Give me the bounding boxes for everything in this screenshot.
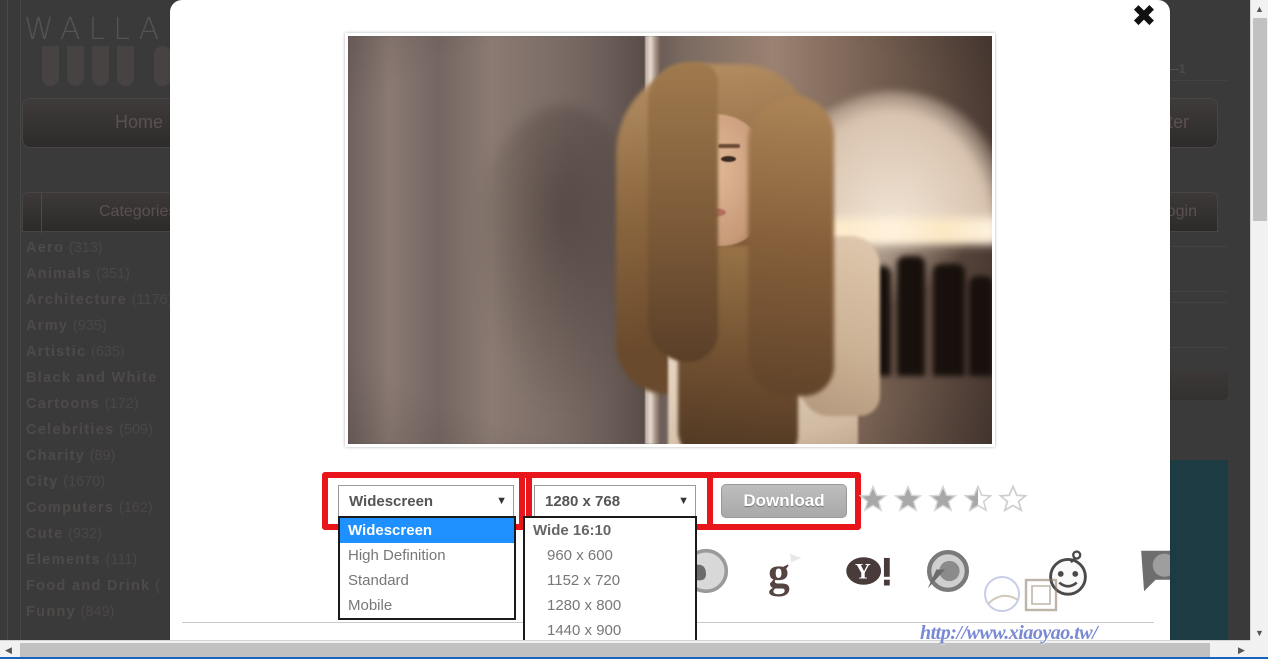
scroll-down-arrow-icon[interactable]: ▼ [1251, 624, 1268, 641]
category-count: (162) [118, 500, 153, 516]
category-count: (351) [96, 266, 131, 282]
category-name: Architecture [26, 292, 128, 308]
category-count: (313) [68, 240, 103, 256]
dropdown-option[interactable]: 1280 x 800 [525, 593, 695, 618]
category-name: Elements [26, 552, 101, 568]
category-name: City [26, 474, 59, 490]
star-icon-3[interactable] [928, 484, 958, 514]
dropdown-option[interactable]: 960 x 600 [525, 543, 695, 568]
vertical-scrollbar-thumb[interactable] [1253, 18, 1267, 221]
browser-viewport: WALLA Home Register Categories Login Aer… [0, 0, 1268, 659]
vertical-scrollbar[interactable]: ▲ ▼ [1250, 0, 1268, 641]
star-icon-5-empty[interactable] [998, 484, 1028, 514]
category-count: (1176) [131, 292, 173, 308]
category-count: (849) [80, 604, 115, 620]
dropdown-option[interactable]: 1440 x 900 [525, 618, 695, 640]
wallpaper-preview[interactable] [345, 33, 995, 447]
dropdown-option[interactable]: Widescreen [340, 518, 514, 543]
category-count: (172) [104, 396, 139, 412]
dropdown-option[interactable]: High Definition [340, 543, 514, 568]
star-icon-4-half[interactable] [963, 484, 993, 514]
category-name: Army [26, 318, 69, 334]
page-edge-rule [7, 0, 8, 640]
highlight-box-download [707, 472, 861, 530]
dropdown-group-label: Wide 16:10 [533, 522, 612, 539]
category-count: (1670) [63, 474, 106, 490]
category-count: (111) [105, 552, 138, 568]
category-name: Black and White [26, 370, 158, 386]
category-name: Celebrities [26, 422, 115, 438]
site-logo-glyph [42, 44, 182, 86]
watermark: http://www.xiaoyao.tw/ [920, 622, 1098, 644]
mixx-icon[interactable] [1131, 542, 1170, 600]
wallpaper-download-modal: ✖ Widescreen ▼ 1280 x 768 ▼ Download g Y… [170, 0, 1170, 640]
photo-vignette [348, 36, 992, 444]
yahoo-icon[interactable]: Y [839, 542, 897, 600]
wallpaper-image [348, 36, 992, 444]
rating-stars[interactable] [858, 484, 1028, 514]
category-count: (635) [91, 344, 125, 360]
dropdown-option[interactable]: Standard [340, 568, 514, 593]
close-icon[interactable]: ✖ [1127, 2, 1161, 36]
page-edge-rule-2 [20, 0, 21, 640]
category-count: (932) [68, 526, 102, 542]
star-icon-2[interactable] [893, 484, 923, 514]
watermark-stamp-icon [968, 560, 1088, 624]
category-name: Animals [26, 266, 92, 282]
site-logo-text: WALLA [24, 12, 168, 47]
nav-item-home[interactable]: Home [115, 112, 163, 133]
category-name: Computers [26, 500, 115, 516]
category-name: Funny [26, 604, 76, 620]
category-count: (89) [89, 448, 116, 464]
category-name: Artistic [26, 344, 87, 360]
scroll-up-arrow-icon[interactable]: ▲ [1251, 0, 1268, 17]
categories-heading: Categories [99, 203, 177, 220]
svg-text:g: g [768, 549, 790, 597]
category-name: Cartoons [26, 396, 101, 412]
category-count: ( [155, 578, 161, 594]
category-name: Aero [26, 240, 65, 256]
horizontal-scrollbar-thumb[interactable] [20, 643, 1210, 657]
category-count: (509) [119, 422, 153, 438]
dropdown-option[interactable]: Mobile [340, 593, 514, 618]
dropdown-option[interactable]: 1152 x 720 [525, 568, 695, 593]
spec-value: 1 [1178, 61, 1188, 76]
star-icon-1[interactable] [858, 484, 888, 514]
aspect-format-dropdown[interactable]: Widescreen High Definition Standard Mobi… [338, 516, 516, 620]
category-name: Cute [26, 526, 64, 542]
category-name: Food and Drink [26, 578, 151, 594]
category-name: Charity [26, 448, 86, 464]
google-icon[interactable]: g [755, 542, 813, 600]
resolution-dropdown[interactable]: Wide 16:10 960 x 600 1152 x 720 1280 x 8… [523, 516, 697, 640]
svg-text:Y: Y [855, 559, 871, 583]
category-count: (935) [72, 318, 107, 334]
